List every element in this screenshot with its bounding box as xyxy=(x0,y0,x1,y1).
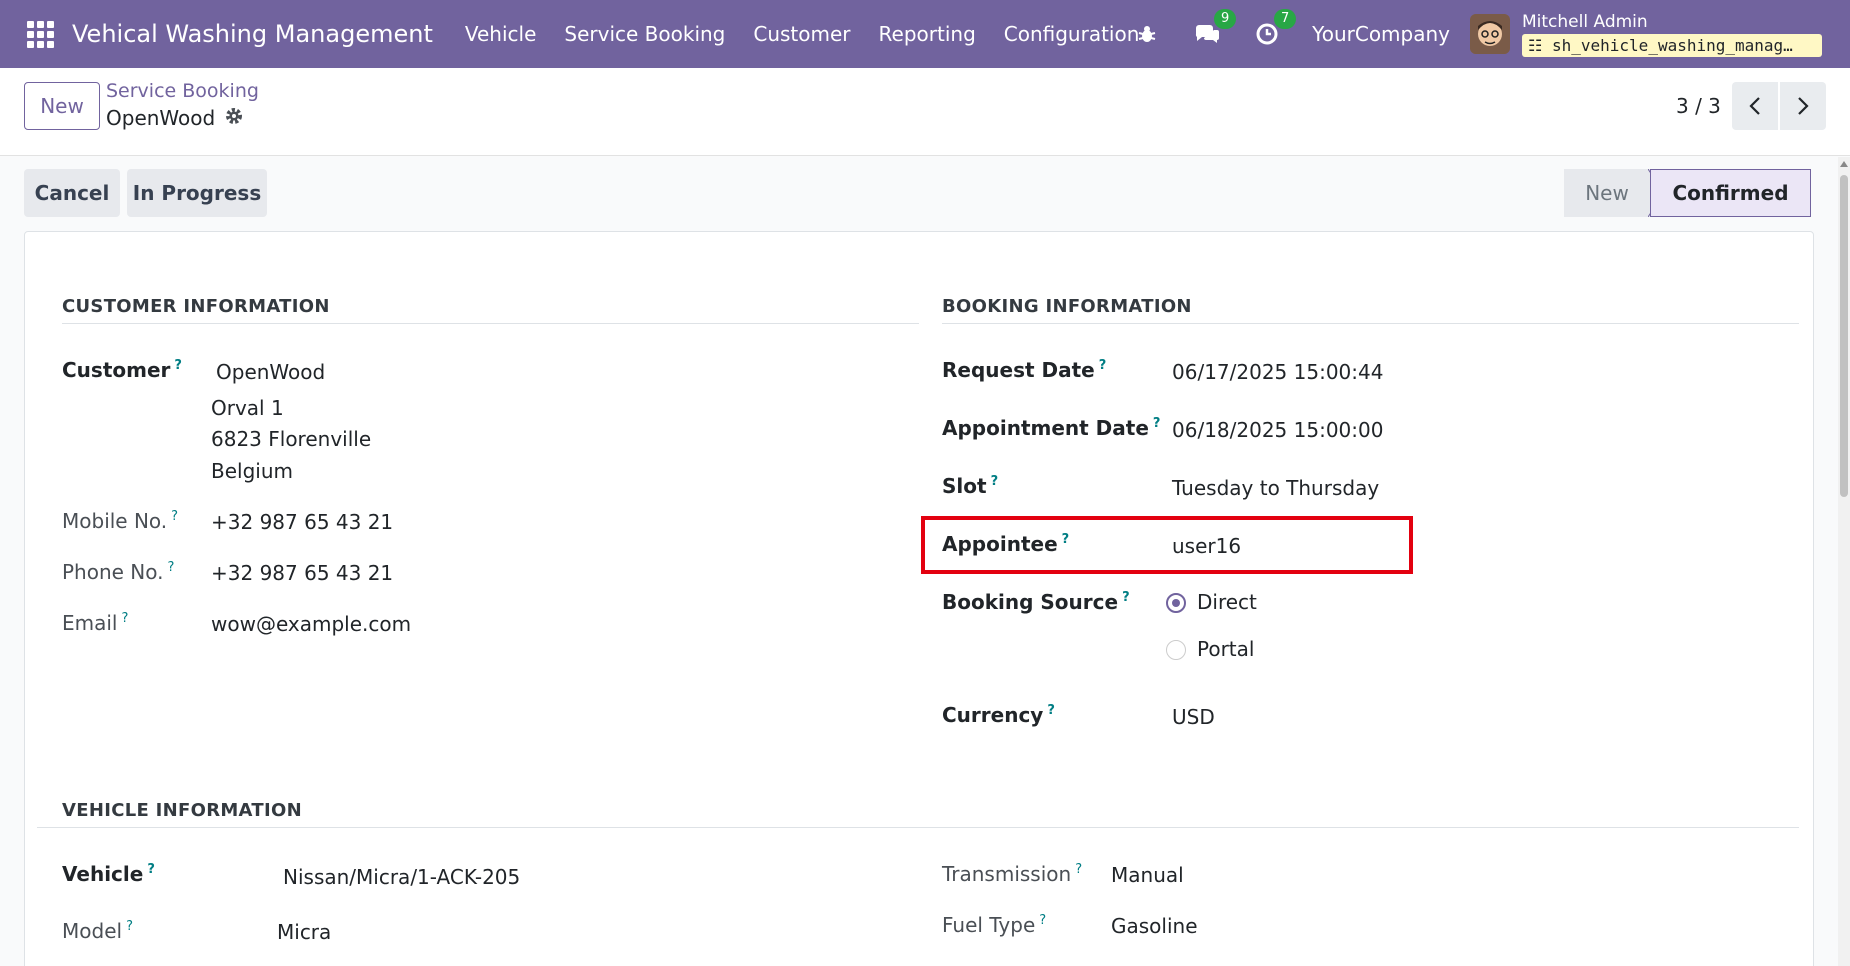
customer-address-line2: 6823 Florenville xyxy=(211,427,372,451)
vehicle-value[interactable]: Nissan/Micra/1-ACK-205 xyxy=(283,865,520,889)
slot-label: Slot? xyxy=(942,474,999,498)
stage-confirmed[interactable]: Confirmed xyxy=(1650,169,1811,217)
appointment-date-value[interactable]: 06/18/2025 15:00:00 xyxy=(1172,418,1383,442)
help-tooltip-icon[interactable]: ? xyxy=(171,509,178,524)
help-tooltip-icon[interactable]: ? xyxy=(991,474,999,489)
new-record-button[interactable]: New xyxy=(24,82,100,130)
customer-address-line1: Orval 1 xyxy=(211,396,284,420)
email-label: Email? xyxy=(62,611,129,635)
model-label: Model? xyxy=(62,919,133,943)
menu-item-reporting[interactable]: Reporting xyxy=(865,22,990,46)
email-value[interactable]: wow@example.com xyxy=(211,612,411,636)
help-tooltip-icon[interactable]: ? xyxy=(1039,913,1046,928)
appointee-value[interactable]: user16 xyxy=(1172,534,1241,558)
section-divider xyxy=(942,323,1799,324)
cancel-button[interactable]: Cancel xyxy=(24,169,120,217)
company-switcher[interactable]: YourCompany xyxy=(1312,22,1450,46)
currency-value[interactable]: USD xyxy=(1172,705,1215,729)
section-divider xyxy=(37,827,1799,828)
form-sheet: CUSTOMER INFORMATION Customer? OpenWood … xyxy=(24,231,1814,966)
navbar-systray: 9 7 YourCompany Mitchell Admin ☷ sh_vehi… xyxy=(1132,0,1850,68)
transmission-value: Manual xyxy=(1111,863,1184,887)
in-progress-button[interactable]: In Progress xyxy=(127,169,267,217)
chevron-left-icon xyxy=(1749,97,1760,115)
help-tooltip-icon[interactable]: ? xyxy=(147,862,155,877)
radio-portal[interactable] xyxy=(1166,640,1186,660)
chevron-right-icon xyxy=(1798,97,1809,115)
booking-source-label: Booking Source? xyxy=(942,590,1130,614)
help-tooltip-icon[interactable]: ? xyxy=(1153,416,1161,431)
fuel-type-label: Fuel Type? xyxy=(942,913,1047,937)
appointment-date-label: Appointment Date? xyxy=(942,416,1161,440)
help-tooltip-icon[interactable]: ? xyxy=(174,358,182,373)
help-tooltip-icon[interactable]: ? xyxy=(126,919,133,934)
mobile-value: +32 987 65 43 21 xyxy=(211,510,394,534)
help-tooltip-icon[interactable]: ? xyxy=(1075,862,1082,877)
form-view: Cancel In Progress New Confirmed CUSTOME… xyxy=(0,157,1838,966)
help-tooltip-icon[interactable]: ? xyxy=(168,560,175,575)
breadcrumb-parent-link[interactable]: Service Booking xyxy=(106,80,259,102)
radio-direct-label[interactable]: Direct xyxy=(1197,590,1257,614)
vertical-scrollbar[interactable] xyxy=(1838,157,1850,966)
fuel-type-value: Gasoline xyxy=(1111,914,1198,938)
menu-item-customer[interactable]: Customer xyxy=(739,22,864,46)
pager-value[interactable]: 3 / 3 xyxy=(1676,94,1721,118)
customer-address-line3: Belgium xyxy=(211,459,293,483)
help-tooltip-icon[interactable]: ? xyxy=(122,611,129,626)
scrollbar-thumb[interactable] xyxy=(1840,175,1848,497)
vehicle-label: Vehicle? xyxy=(62,862,155,886)
scroll-up-arrow-icon[interactable] xyxy=(1840,161,1848,167)
pager-previous-button[interactable] xyxy=(1732,82,1778,130)
pager-next-button[interactable] xyxy=(1780,82,1826,130)
activities-clock-icon[interactable]: 7 xyxy=(1252,9,1297,49)
radio-portal-label[interactable]: Portal xyxy=(1197,637,1254,661)
vehicle-info-heading: VEHICLE INFORMATION xyxy=(62,800,302,821)
model-value: Micra xyxy=(277,920,332,944)
appointee-label: Appointee? xyxy=(942,532,1070,556)
slot-value[interactable]: Tuesday to Thursday xyxy=(1172,476,1379,500)
booking-info-heading: BOOKING INFORMATION xyxy=(942,296,1192,317)
breadcrumb-current: OpenWood xyxy=(106,106,243,130)
phone-label: Phone No.? xyxy=(62,560,175,584)
request-date-value[interactable]: 06/17/2025 15:00:44 xyxy=(1172,360,1383,384)
menu-item-configuration[interactable]: Configuration xyxy=(990,22,1154,46)
database-name-tag: ☷ sh_vehicle_washing_manag… xyxy=(1522,33,1822,57)
stage-new[interactable]: New xyxy=(1564,169,1650,217)
main-menu: Vehicle Service Booking Customer Reporti… xyxy=(451,22,1154,46)
menu-item-service-booking[interactable]: Service Booking xyxy=(550,22,739,46)
menu-item-vehicle[interactable]: Vehicle xyxy=(451,22,551,46)
user-name: Mitchell Admin xyxy=(1522,11,1648,32)
currency-label: Currency? xyxy=(942,703,1055,727)
mobile-label: Mobile No.? xyxy=(62,509,179,533)
messages-chat-icon[interactable]: 9 xyxy=(1192,9,1237,49)
top-navbar: Vehical Washing Management Vehicle Servi… xyxy=(0,0,1850,68)
radio-direct[interactable] xyxy=(1166,593,1186,613)
app-grid-icon[interactable] xyxy=(26,20,54,48)
help-tooltip-icon[interactable]: ? xyxy=(1062,532,1070,547)
debug-bug-icon[interactable] xyxy=(1132,19,1162,49)
control-panel: New Service Booking OpenWood 3 / 3 xyxy=(0,68,1850,156)
user-avatar[interactable] xyxy=(1470,14,1510,54)
request-date-label: Request Date? xyxy=(942,358,1107,382)
customer-name-link[interactable]: OpenWood xyxy=(216,360,325,384)
messages-count-badge: 9 xyxy=(1214,9,1237,29)
customer-info-heading: CUSTOMER INFORMATION xyxy=(62,296,330,317)
app-title[interactable]: Vehical Washing Management xyxy=(72,20,433,48)
status-bar: New Confirmed xyxy=(1564,169,1811,217)
phone-value: +32 987 65 43 21 xyxy=(211,561,394,585)
customer-label: Customer? xyxy=(62,358,182,382)
gear-icon[interactable] xyxy=(225,106,243,130)
user-menu[interactable]: Mitchell Admin ☷ sh_vehicle_washing_mana… xyxy=(1522,12,1822,57)
help-tooltip-icon[interactable]: ? xyxy=(1047,703,1055,718)
section-divider xyxy=(62,323,919,324)
help-tooltip-icon[interactable]: ? xyxy=(1122,590,1130,605)
database-icon: ☷ xyxy=(1528,35,1552,55)
transmission-label: Transmission? xyxy=(942,862,1083,886)
record-title: OpenWood xyxy=(106,106,216,130)
help-tooltip-icon[interactable]: ? xyxy=(1099,358,1107,373)
activities-count-badge: 7 xyxy=(1274,9,1297,29)
